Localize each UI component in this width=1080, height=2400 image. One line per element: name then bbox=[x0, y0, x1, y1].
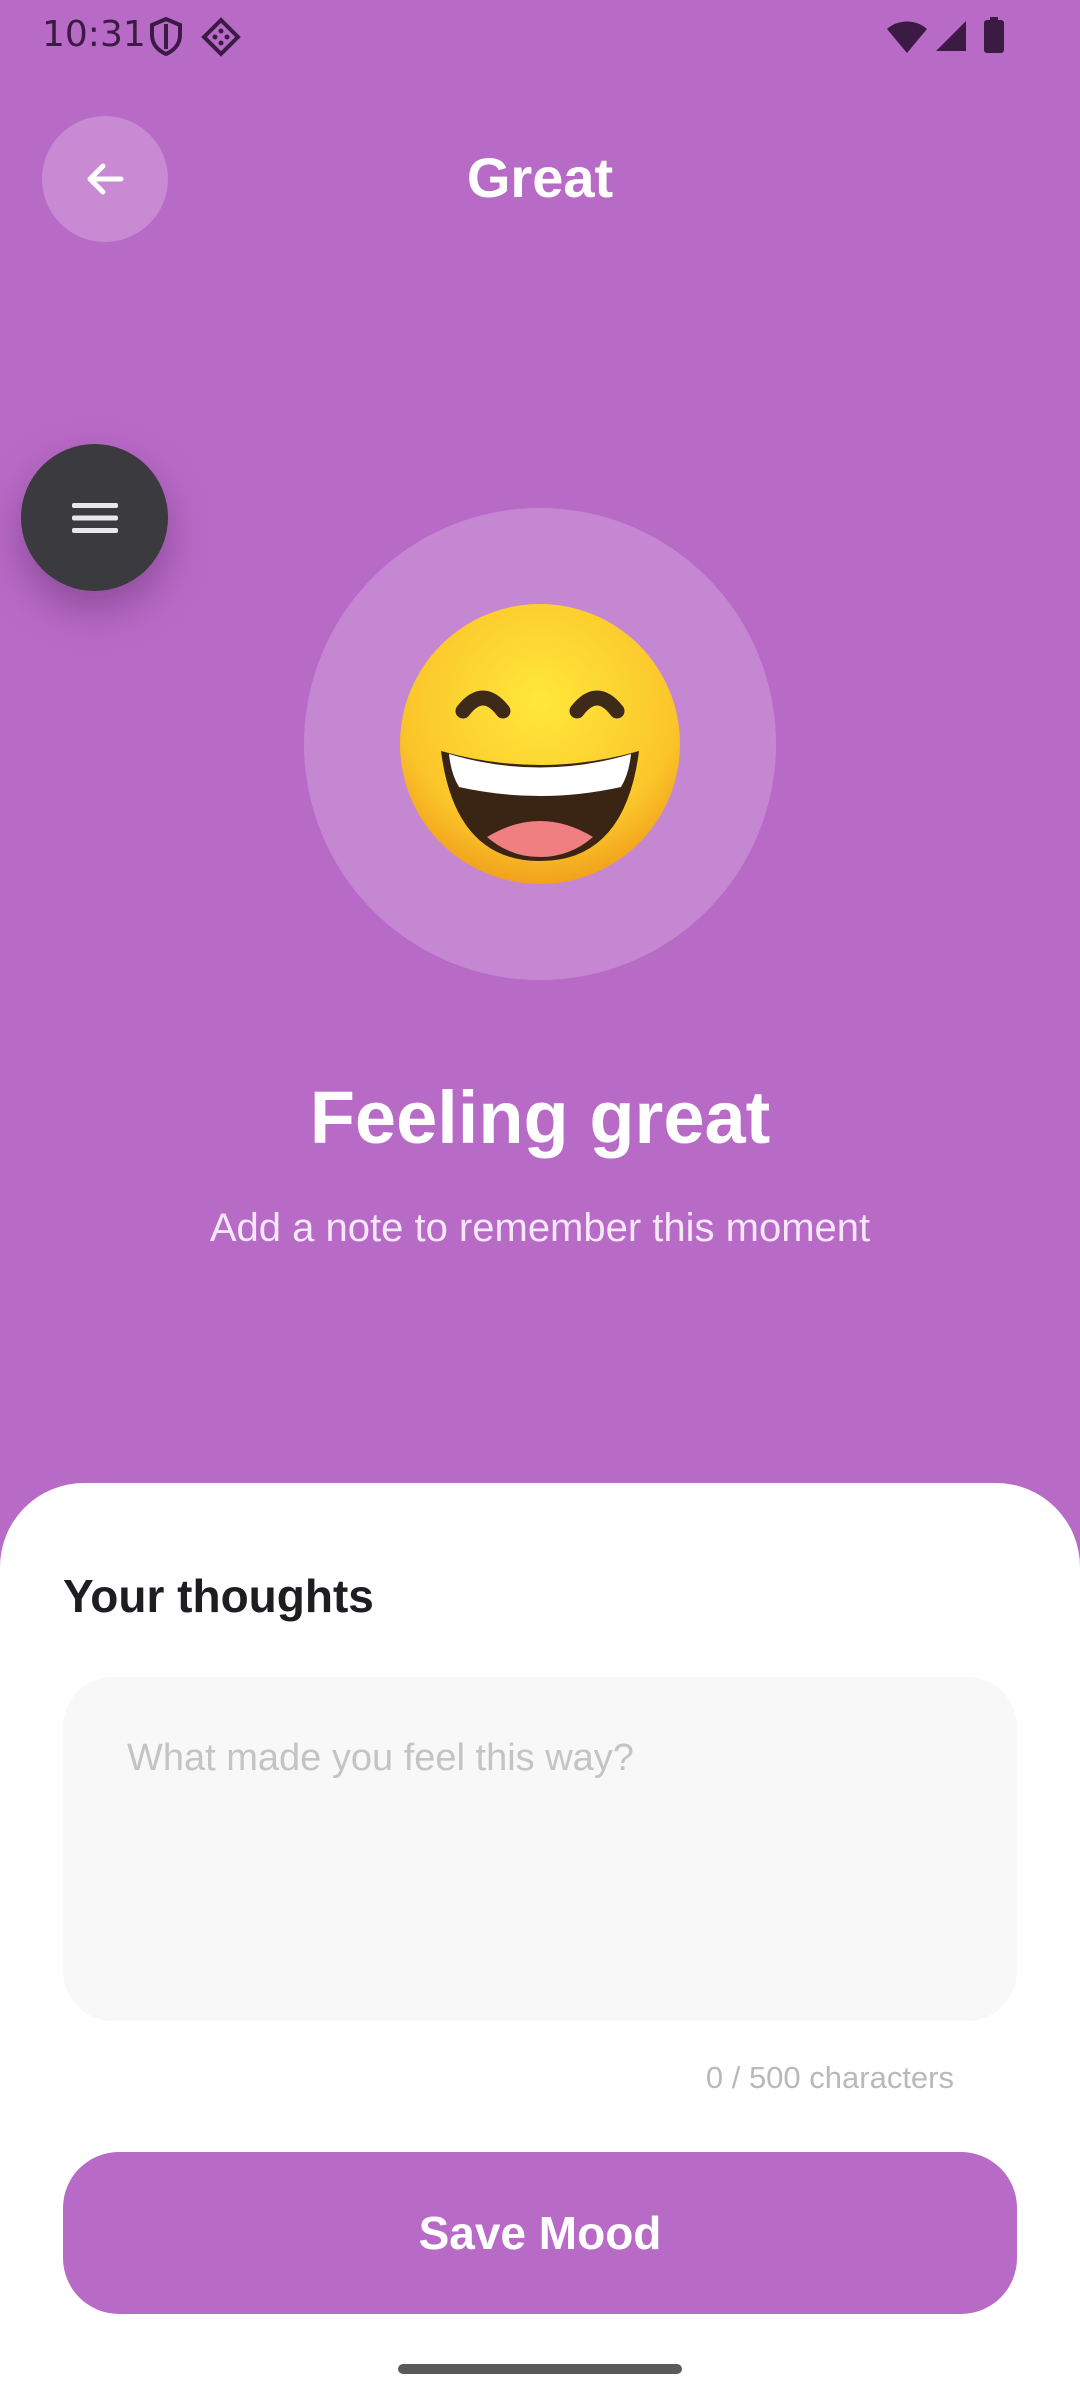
mood-subtitle: Add a note to remember this moment bbox=[209, 1206, 871, 1250]
battery-icon bbox=[984, 17, 1004, 53]
shield-icon bbox=[150, 16, 182, 56]
home-indicator[interactable] bbox=[398, 2364, 682, 2374]
status-bar: 10:31 bbox=[0, 0, 1080, 72]
signal-icon bbox=[936, 21, 966, 51]
page-title: Great bbox=[466, 146, 614, 209]
thoughts-input[interactable]: What made you feel this way? bbox=[63, 1677, 1017, 2021]
hamburger-menu-icon bbox=[71, 502, 118, 533]
notes-sheet: Your thoughts What made you feel this wa… bbox=[0, 1483, 1080, 2400]
mood-heading: Feeling great bbox=[309, 1076, 771, 1159]
notes-label: Your thoughts bbox=[63, 1570, 374, 1622]
menu-button[interactable] bbox=[21, 444, 168, 591]
grinning-face-icon bbox=[400, 604, 680, 884]
dice-icon bbox=[201, 17, 241, 57]
mood-emoji-circle bbox=[304, 508, 776, 980]
save-mood-button[interactable]: Save Mood bbox=[63, 2152, 1017, 2314]
status-time: 10:31 bbox=[42, 14, 146, 55]
character-counter: 0 / 500 characters bbox=[705, 2060, 954, 2095]
wifi-icon bbox=[887, 21, 927, 53]
